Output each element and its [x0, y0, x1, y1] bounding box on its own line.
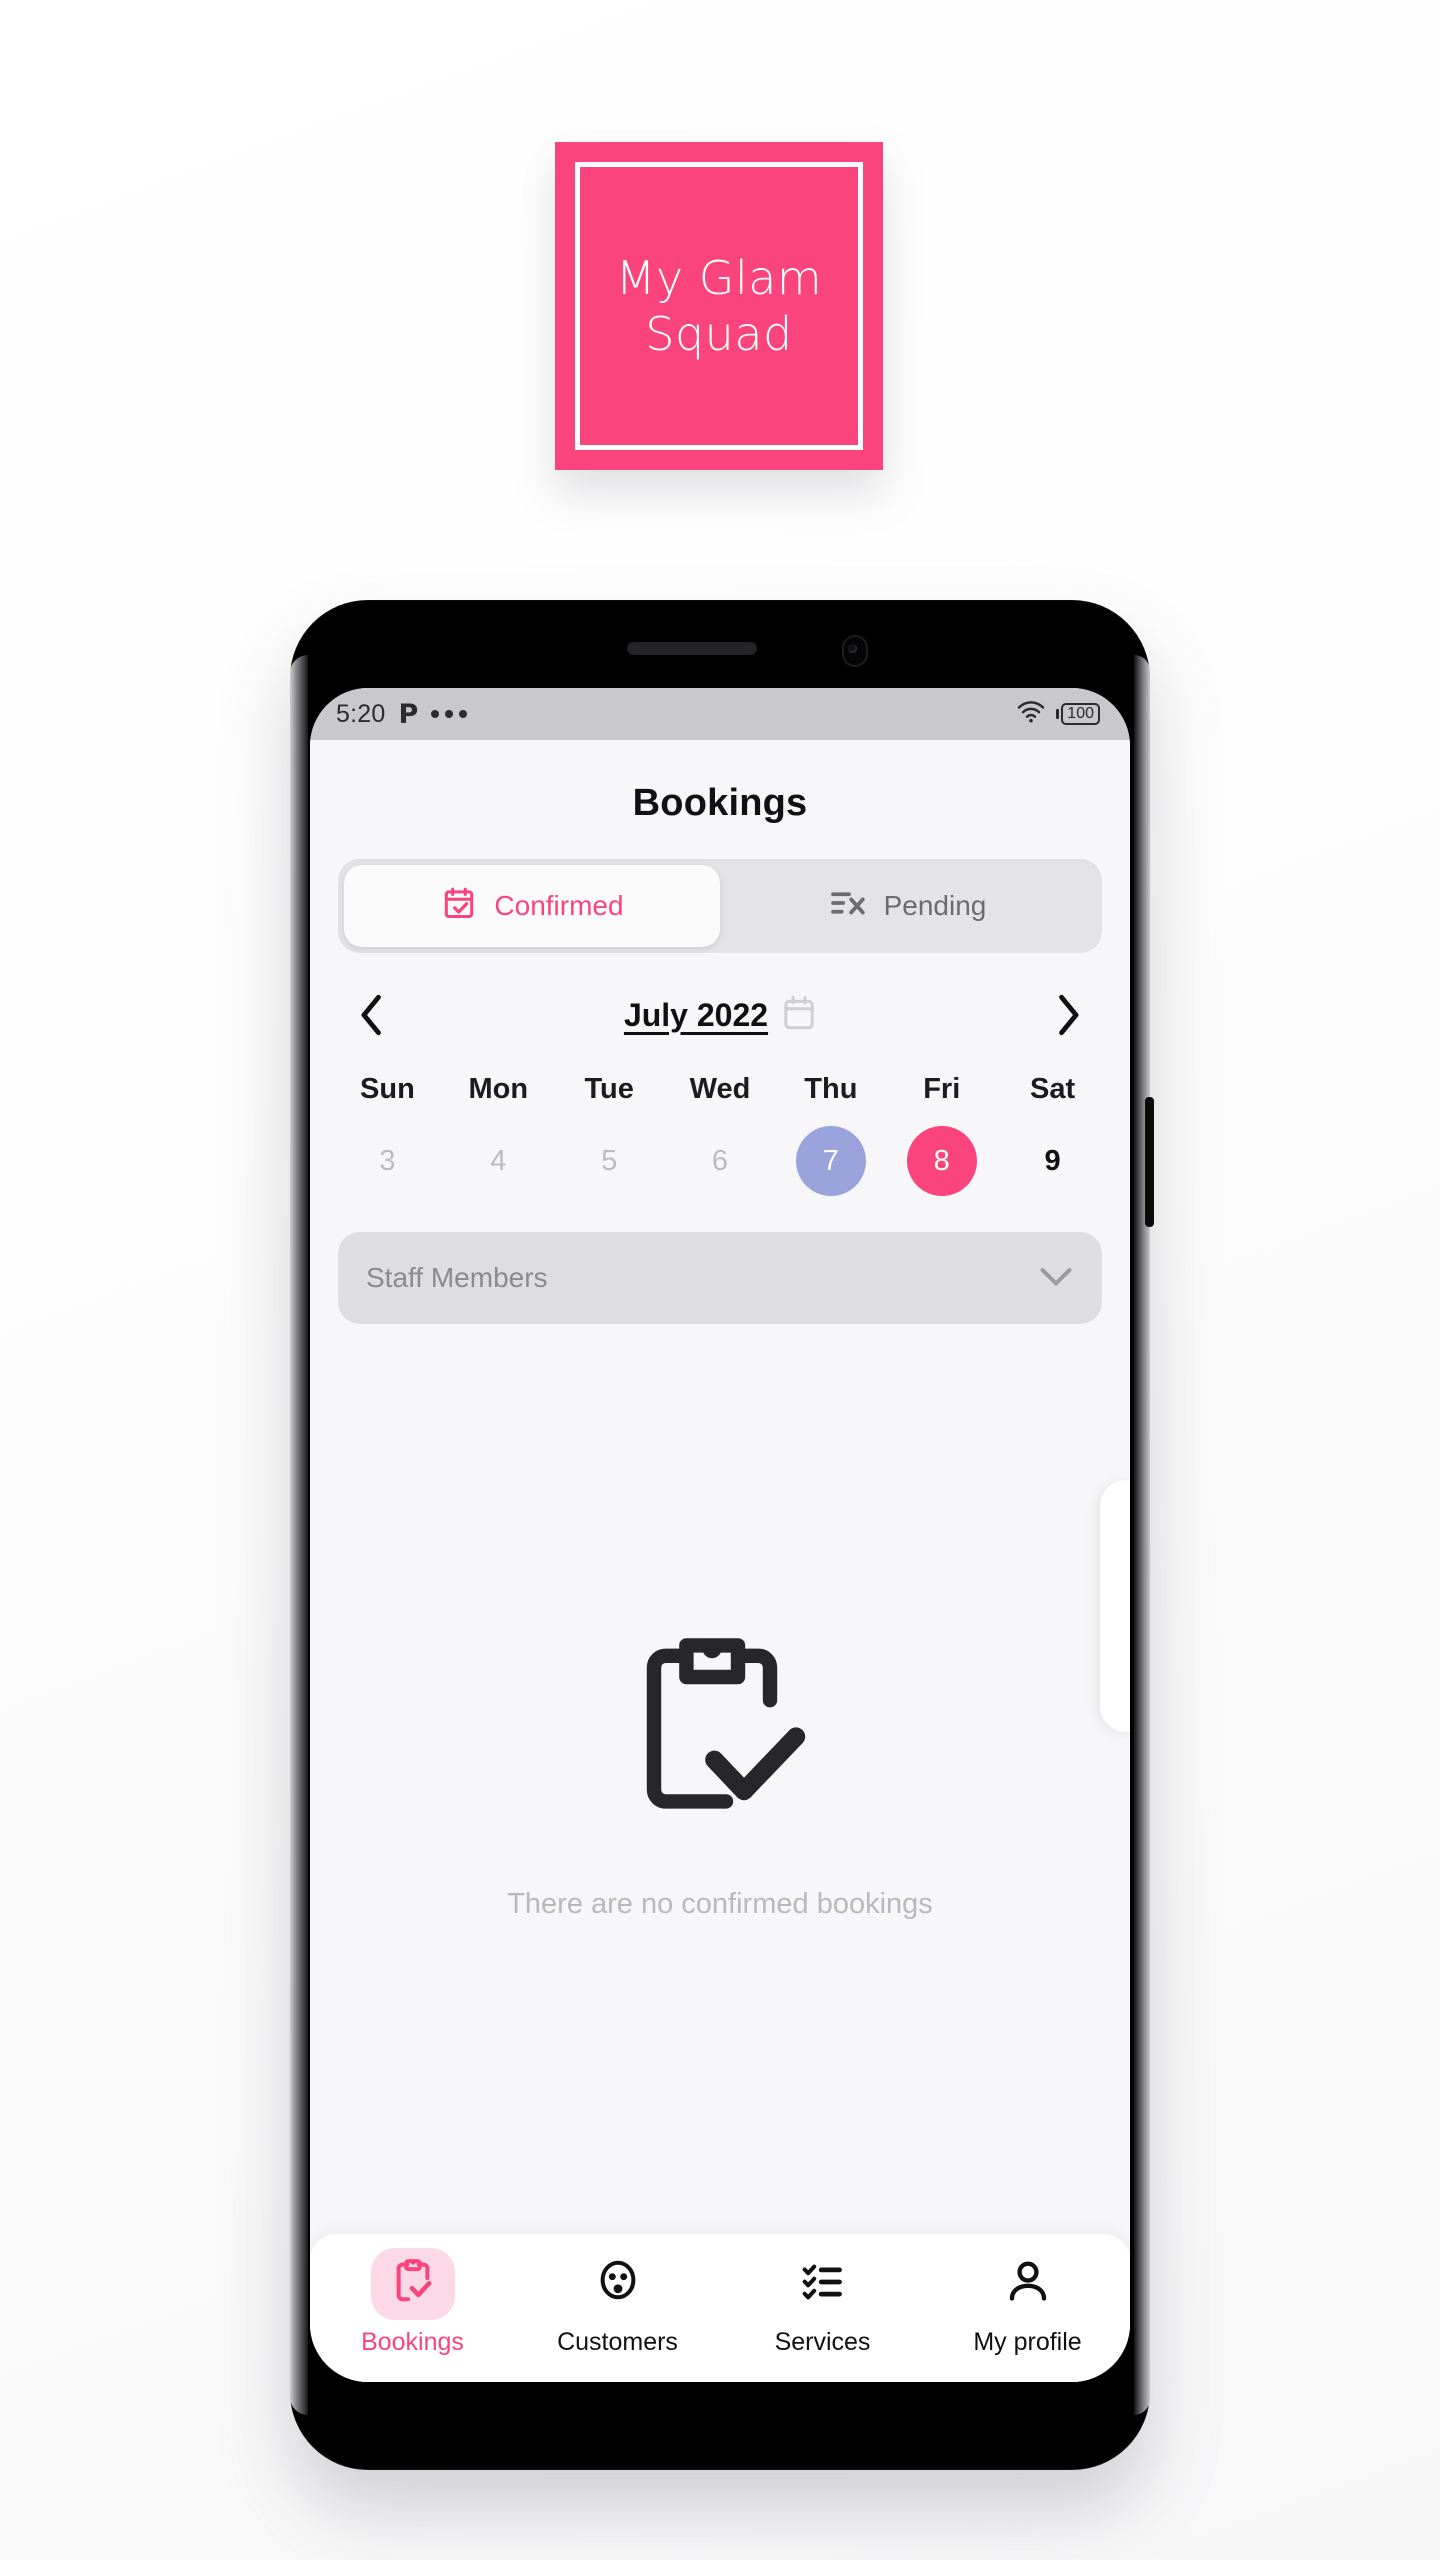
nav-item-bookings[interactable]: Bookings [310, 2248, 515, 2357]
phone-screen: 5:20 P 100 Bookings Confirmed Pending Ju… [310, 688, 1130, 2382]
day-number: 3 [379, 1144, 396, 1177]
nav-item-services[interactable]: Services [720, 2248, 925, 2357]
phone-side-button[interactable] [1145, 1097, 1154, 1227]
booking-status-tabs: Confirmed Pending [338, 859, 1102, 953]
staff-members-dropdown[interactable]: Staff Members [338, 1232, 1102, 1324]
day-cell[interactable]: 6 [665, 1124, 776, 1198]
calendar-check-icon [440, 884, 478, 929]
logo-text: My Glam Squad [555, 250, 883, 362]
phone-mockup: 5:20 P 100 Bookings Confirmed Pending Ju… [290, 600, 1154, 2470]
nav-services-label: Services [774, 2328, 871, 2356]
battery-level: 100 [1061, 703, 1100, 725]
status-bar-left: 5:20 P [336, 698, 468, 730]
tab-pending[interactable]: Pending [720, 865, 1096, 947]
weekday-sat: Sat [1030, 1073, 1076, 1105]
day-number-selected: 8 [906, 1126, 977, 1196]
nav-profile-label: My profile [973, 2328, 1082, 2356]
logo-line-2: Squad [645, 307, 793, 361]
nav-bookings-label: Bookings [361, 2328, 464, 2356]
nav-profile-icon-wrap [986, 2248, 1070, 2320]
month-picker[interactable]: July 2022 [624, 995, 816, 1036]
app-logo: My Glam Squad [555, 142, 883, 470]
nav-bookings-icon-wrap [370, 2248, 455, 2320]
list-x-icon [830, 887, 868, 926]
tab-confirmed[interactable]: Confirmed [344, 865, 720, 947]
day-number: 4 [490, 1144, 507, 1177]
weekday-tue: Tue [584, 1073, 634, 1105]
nav-item-customers[interactable]: Customers [515, 2248, 720, 2357]
empty-state-message: There are no confirmed bookings [507, 1888, 933, 1920]
screenshot-canvas: My Glam Squad 5:20 P 100 Bookings Confir… [0, 0, 1440, 2560]
weekday-mon: Mon [468, 1073, 529, 1105]
month-navigator: July 2022 [310, 953, 1130, 1059]
phone-top-bezel [290, 600, 1150, 692]
app-badge-icon: P [398, 698, 419, 730]
people-face-icon [596, 2259, 640, 2310]
day-cell[interactable]: 5 [554, 1124, 665, 1198]
status-bar-right: 100 [1016, 700, 1100, 729]
nav-customers-icon-wrap [576, 2248, 660, 2320]
person-icon [1007, 2259, 1049, 2310]
day-number-today: 7 [795, 1126, 866, 1196]
page-title: Bookings [632, 782, 808, 824]
weekday-wed: Wed [689, 1073, 751, 1105]
more-dots-icon [431, 710, 468, 718]
battery-icon: 100 [1056, 703, 1100, 725]
weekday-thu: Thu [804, 1073, 858, 1105]
nav-services-icon-wrap [781, 2248, 865, 2320]
staff-members-placeholder: Staff Members [366, 1262, 548, 1293]
month-label: July 2022 [623, 996, 769, 1033]
camera-lens [848, 644, 857, 653]
empty-state: There are no confirmed bookings [310, 1324, 1130, 2382]
day-cell[interactable]: 8 [886, 1124, 997, 1198]
logo-line-1: My Glam [615, 250, 823, 305]
nav-item-my-profile[interactable]: My profile [925, 2248, 1130, 2357]
day-number: 9 [1044, 1144, 1061, 1177]
day-cell[interactable]: 4 [443, 1124, 554, 1198]
chevron-left-icon[interactable] [346, 989, 398, 1041]
clipboard-check-icon [390, 2258, 436, 2311]
tab-pending-label: Pending [883, 890, 987, 921]
status-time: 5:20 [336, 699, 386, 728]
week-day-strip: 3 4 5 6 7 8 9 [310, 1124, 1130, 1198]
weekday-sun: Sun [360, 1073, 415, 1105]
day-number: 6 [711, 1144, 729, 1177]
chevron-down-icon [1038, 1264, 1074, 1293]
tab-confirmed-label: Confirmed [494, 890, 624, 921]
calendar-icon [782, 995, 816, 1036]
checklist-icon [801, 2260, 845, 2309]
front-camera-icon [842, 635, 868, 667]
earpiece-speaker [627, 642, 757, 655]
nav-customers-label: Customers [557, 2328, 678, 2356]
day-cell[interactable]: 7 [775, 1124, 886, 1198]
day-number: 5 [601, 1144, 618, 1177]
weekday-header: Sun Mon Tue Wed Thu Fri Sat [310, 1073, 1130, 1106]
day-cell[interactable]: 9 [997, 1124, 1108, 1198]
clipboard-check-icon [628, 1635, 812, 1832]
weekday-fri: Fri [923, 1073, 961, 1105]
chevron-right-icon[interactable] [1042, 989, 1094, 1041]
offscreen-card-edge [1100, 1480, 1130, 1732]
day-cell[interactable]: 3 [332, 1124, 443, 1198]
wifi-icon [1016, 700, 1046, 729]
bottom-navigation: Bookings Customers Services My profile [310, 2234, 1130, 2382]
status-bar: 5:20 P 100 [310, 688, 1130, 740]
app-content: Bookings Confirmed Pending July 2022 Sun… [310, 740, 1130, 2382]
